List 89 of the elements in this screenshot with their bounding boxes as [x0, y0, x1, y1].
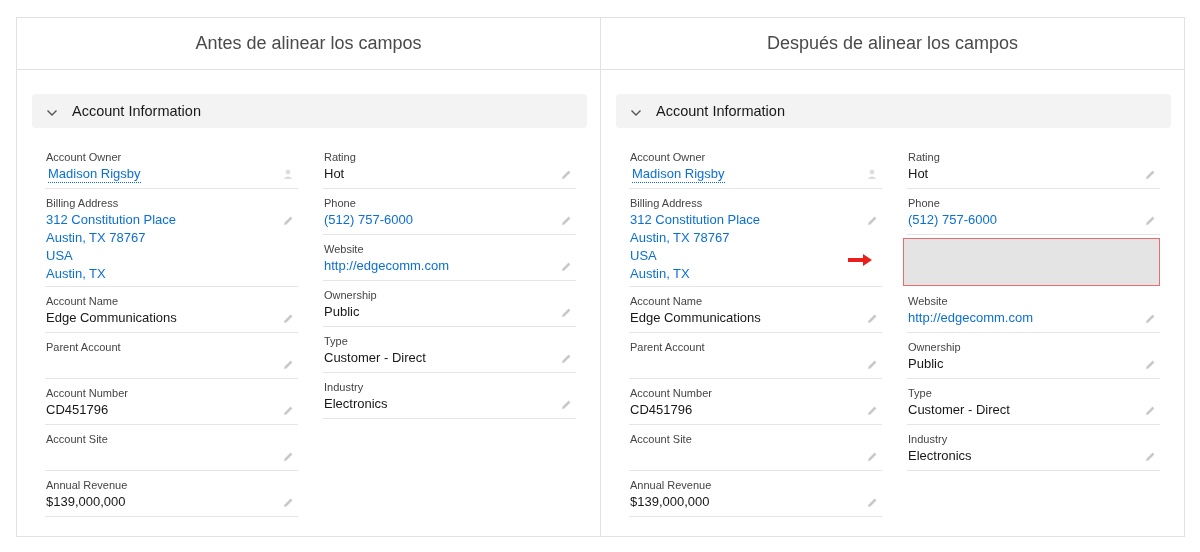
field-value: Electronics: [324, 395, 388, 413]
section-header[interactable]: Account Information: [616, 94, 1171, 128]
field-value: Public: [908, 355, 944, 373]
field-value: Edge Communications: [630, 309, 761, 327]
field-label: Account Site: [46, 432, 109, 447]
edit-icon[interactable]: [560, 306, 572, 318]
field-label: Account Number: [630, 386, 713, 401]
edit-icon[interactable]: [560, 214, 572, 226]
field-value: Public: [324, 303, 360, 321]
field-label: Ownership: [324, 288, 378, 303]
field-label: Rating: [324, 150, 357, 165]
edit-icon[interactable]: [1144, 168, 1156, 180]
field-link[interactable]: USA: [46, 247, 73, 265]
edit-icon[interactable]: [866, 450, 878, 462]
field-label: Account Owner: [630, 150, 707, 165]
edit-icon[interactable]: [1144, 312, 1156, 324]
field-label: Annual Revenue: [630, 478, 713, 493]
field-link[interactable]: Madison Rigsby: [632, 166, 725, 183]
field-link[interactable]: http://edgecomm.com: [908, 309, 1033, 327]
edit-icon[interactable]: [282, 450, 294, 462]
edit-icon[interactable]: [1144, 450, 1156, 462]
field-value: Customer - Direct: [908, 401, 1010, 419]
section-title: Account Information: [72, 103, 201, 119]
chevron-down-icon[interactable]: [46, 108, 58, 117]
field-label: Account Name: [630, 294, 704, 309]
edit-icon[interactable]: [560, 260, 572, 272]
field-link[interactable]: (512) 757-6000: [324, 211, 413, 229]
field-label: Industry: [324, 380, 365, 395]
field-link[interactable]: Austin, TX 78767: [630, 229, 730, 247]
edit-icon[interactable]: [282, 404, 294, 416]
field-value: $139,000,000: [630, 493, 710, 511]
field-label: Type: [908, 386, 933, 401]
edit-icon[interactable]: [866, 358, 878, 370]
field-link[interactable]: Austin, TX: [46, 265, 106, 283]
field-value: CD451796: [630, 401, 693, 419]
section-header[interactable]: Account Information: [32, 94, 587, 128]
field-value: CD451796: [46, 401, 109, 419]
field-link[interactable]: Austin, TX 78767: [46, 229, 146, 247]
field-value: Edge Communications: [46, 309, 177, 327]
edit-icon[interactable]: [560, 168, 572, 180]
edit-icon[interactable]: [1144, 404, 1156, 416]
field-label: Website: [324, 242, 365, 257]
field-label: Parent Account: [46, 340, 122, 355]
field-label: Phone: [908, 196, 941, 211]
field-label: Account Name: [46, 294, 120, 309]
field-label: Parent Account: [630, 340, 706, 355]
field-link[interactable]: http://edgecomm.com: [324, 257, 449, 275]
field-value: Hot: [324, 165, 345, 183]
edit-icon[interactable]: [866, 496, 878, 508]
edit-icon[interactable]: [866, 312, 878, 324]
field-label: Industry: [908, 432, 949, 447]
field-value: Hot: [908, 165, 929, 183]
field-link[interactable]: (512) 757-6000: [908, 211, 997, 229]
field-link[interactable]: Madison Rigsby: [48, 166, 141, 183]
section-title: Account Information: [656, 103, 785, 119]
edit-icon[interactable]: [1144, 358, 1156, 370]
field-label: Account Number: [46, 386, 129, 401]
panel-title: Antes de alinear los campos: [195, 33, 422, 54]
edit-icon[interactable]: [866, 214, 878, 226]
edit-icon[interactable]: [282, 496, 294, 508]
edit-icon[interactable]: [282, 312, 294, 324]
edit-icon[interactable]: [560, 398, 572, 410]
field-label: Annual Revenue: [46, 478, 129, 493]
field-link[interactable]: 312 Constitution Place: [46, 211, 177, 229]
edit-icon[interactable]: [866, 404, 878, 416]
arrow-icon: [848, 253, 872, 267]
field-label: Account Owner: [46, 150, 123, 165]
person-icon[interactable]: [282, 168, 294, 180]
person-icon[interactable]: [866, 168, 878, 180]
field-label: Billing Address: [46, 196, 120, 211]
field-label: Account Site: [630, 432, 693, 447]
field-label: Phone: [324, 196, 357, 211]
edit-icon[interactable]: [1144, 214, 1156, 226]
field-value: Customer - Direct: [324, 349, 426, 367]
field-value: Electronics: [908, 447, 972, 465]
chevron-down-icon[interactable]: [630, 108, 642, 117]
edit-icon[interactable]: [282, 214, 294, 226]
edit-icon[interactable]: [560, 352, 572, 364]
field-link[interactable]: Austin, TX: [630, 265, 690, 283]
field-link[interactable]: USA: [630, 247, 657, 265]
field-value: $139,000,000: [46, 493, 126, 511]
field-link[interactable]: 312 Constitution Place: [630, 211, 761, 229]
edit-icon[interactable]: [282, 358, 294, 370]
field-label: Rating: [908, 150, 941, 165]
panel-title: Después de alinear los campos: [766, 33, 1019, 54]
field-label: Ownership: [908, 340, 962, 355]
field-label: Billing Address: [630, 196, 704, 211]
field-label: Type: [324, 334, 349, 349]
field-label: Website: [908, 294, 949, 309]
